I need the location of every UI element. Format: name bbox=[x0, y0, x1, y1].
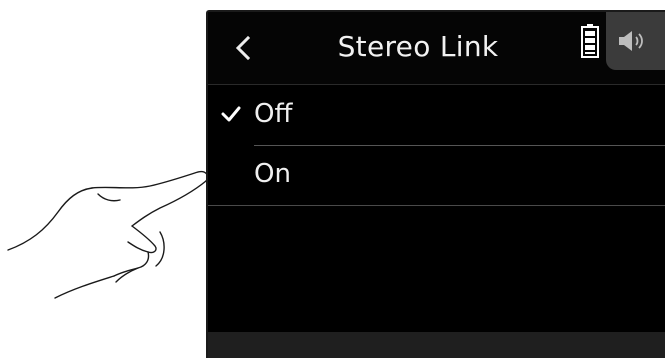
options-list: Off On bbox=[208, 85, 665, 206]
checkmark-icon bbox=[221, 106, 241, 122]
device-screen: Stereo Link Off On bbox=[206, 10, 665, 358]
title-bar: Stereo Link bbox=[208, 12, 665, 85]
speaker-icon bbox=[619, 31, 643, 51]
speaker-button[interactable] bbox=[606, 12, 665, 70]
option-off[interactable]: Off bbox=[208, 85, 665, 145]
divider bbox=[208, 205, 665, 206]
bottom-bar bbox=[208, 332, 665, 358]
chevron-left-icon bbox=[235, 35, 251, 61]
option-off-label: Off bbox=[254, 99, 293, 129]
page-title: Stereo Link bbox=[337, 30, 499, 63]
battery-icon bbox=[581, 24, 599, 58]
pointing-hand-illustration bbox=[7, 170, 209, 299]
option-on[interactable]: On bbox=[208, 145, 665, 205]
back-button[interactable] bbox=[228, 30, 260, 66]
option-on-label: On bbox=[254, 159, 291, 189]
